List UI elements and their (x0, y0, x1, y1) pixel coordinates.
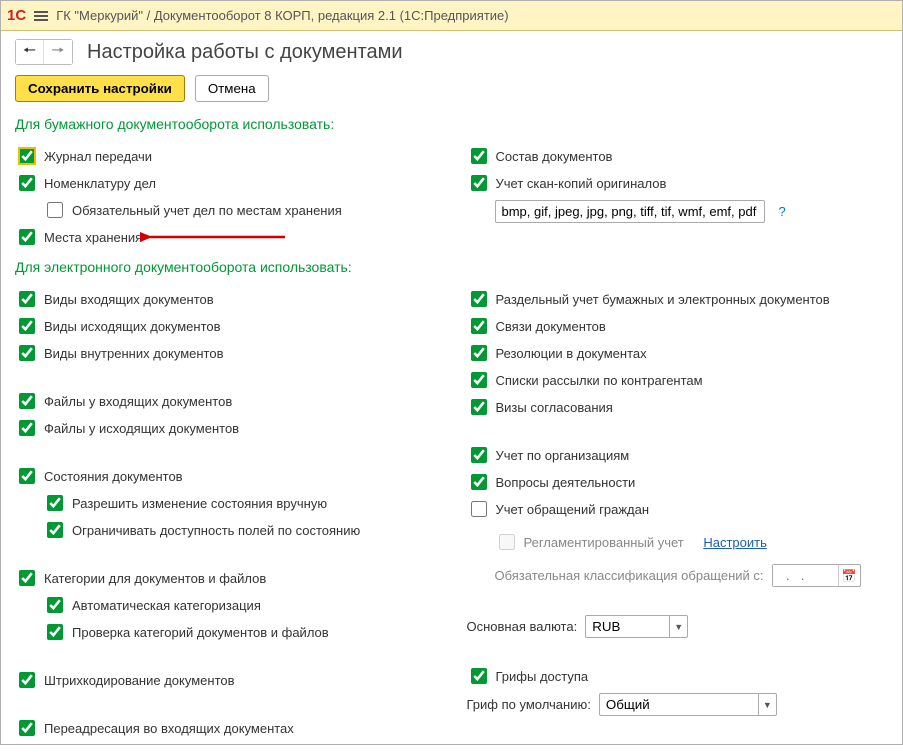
configure-link[interactable]: Настроить (703, 535, 767, 550)
currency-input[interactable] (585, 615, 670, 638)
help-icon[interactable]: ? (779, 204, 786, 219)
dropdown-icon[interactable]: ▼ (670, 615, 688, 638)
arrow-annotation-icon (140, 228, 290, 246)
nav-back-button[interactable]: 🠔 (16, 40, 44, 64)
date-field[interactable] (773, 565, 838, 586)
chk-links[interactable]: Связи документов (467, 315, 889, 337)
chk-approval[interactable]: Визы согласования (467, 396, 889, 418)
chk-by-org[interactable]: Учет по организациям (467, 444, 889, 466)
stamp-default-label: Гриф по умолчанию: (467, 697, 591, 712)
chk-by-org-label: Учет по организациям (496, 448, 630, 463)
chk-limit-fields-label: Ограничивать доступность полей по состоя… (72, 523, 360, 538)
chk-categories-label: Категории для документов и файлов (44, 571, 266, 586)
chk-auto-cat-label: Автоматическая категоризация (72, 598, 261, 613)
chk-regulated-label: Регламентированный учет (524, 535, 684, 550)
chk-separate-label: Раздельный учет бумажных и электронных д… (496, 292, 830, 307)
hamburger-icon[interactable] (34, 11, 48, 21)
chk-states[interactable]: Состояния документов (15, 465, 437, 487)
stamp-default-input[interactable] (599, 693, 759, 716)
header-title: ГК "Меркурий" / Документооборот 8 КОРП, … (56, 8, 508, 23)
chk-storage-label: Места хранения (44, 230, 142, 245)
chk-separate[interactable]: Раздельный учет бумажных и электронных д… (467, 288, 889, 310)
chk-allow-manual-label: Разрешить изменение состояния вручную (72, 496, 327, 511)
chk-scan[interactable]: Учет скан-копий оригиналов (467, 172, 889, 194)
save-button[interactable]: Сохранить настройки (15, 75, 185, 102)
chk-files-outgoing[interactable]: Файлы у исходящих документов (15, 417, 437, 439)
chk-mailing-label: Списки рассылки по контрагентам (496, 373, 703, 388)
cancel-button[interactable]: Отмена (195, 75, 269, 102)
chk-check-cat-label: Проверка категорий документов и файлов (72, 625, 329, 640)
chk-allow-manual[interactable]: Разрешить изменение состояния вручную (43, 492, 437, 514)
chk-journal[interactable]: Журнал передачи (15, 145, 437, 167)
currency-combo[interactable]: ▼ (585, 615, 688, 638)
chk-files-incoming-label: Файлы у входящих документов (44, 394, 232, 409)
chk-limit-fields[interactable]: Ограничивать доступность полей по состоя… (43, 519, 437, 541)
currency-label: Основная валюта: (467, 619, 578, 634)
app-header: 1С ГК "Меркурий" / Документооборот 8 КОР… (1, 1, 902, 31)
chk-outgoing-label: Виды исходящих документов (44, 319, 221, 334)
chk-regulated: Регламентированный учет (495, 531, 684, 553)
chk-citizens-label: Учет обращений граждан (496, 502, 650, 517)
chk-check-cat[interactable]: Проверка категорий документов и файлов (43, 621, 437, 643)
chk-nomenclature[interactable]: Номенклатуру дел (15, 172, 437, 194)
classification-label: Обязательная классификация обращений с: (495, 568, 764, 583)
chk-incoming[interactable]: Виды входящих документов (15, 288, 437, 310)
chk-composition-label: Состав документов (496, 149, 613, 164)
chk-mandatory[interactable]: Обязательный учет дел по местам хранения (43, 199, 437, 221)
chk-mailing[interactable]: Списки рассылки по контрагентам (467, 369, 889, 391)
stamp-default-combo[interactable]: ▼ (599, 693, 777, 716)
chk-auto-cat[interactable]: Автоматическая категоризация (43, 594, 437, 616)
chk-scan-label: Учет скан-копий оригиналов (496, 176, 667, 191)
section-paper-title: Для бумажного документооборота использов… (15, 116, 888, 132)
chk-internal-label: Виды внутренних документов (44, 346, 224, 361)
chk-nomenclature-label: Номенклатуру дел (44, 176, 156, 191)
chk-mandatory-label: Обязательный учет дел по местам хранения (72, 203, 342, 218)
file-formats-input[interactable] (495, 200, 765, 223)
nav-forward-button[interactable]: 🠖 (44, 40, 72, 64)
chk-states-label: Состояния документов (44, 469, 183, 484)
chk-activities-label: Вопросы деятельности (496, 475, 636, 490)
chk-redirect-label: Переадресация во входящих документах (44, 721, 294, 736)
chk-outgoing[interactable]: Виды исходящих документов (15, 315, 437, 337)
chk-resolutions[interactable]: Резолюции в документах (467, 342, 889, 364)
chk-citizens[interactable]: Учет обращений граждан (467, 498, 889, 520)
chk-resolutions-label: Резолюции в документах (496, 346, 647, 361)
chk-barcode[interactable]: Штрихкодирование документов (15, 669, 437, 691)
chk-internal[interactable]: Виды внутренних документов (15, 342, 437, 364)
chk-links-label: Связи документов (496, 319, 606, 334)
chk-stamps[interactable]: Грифы доступа (467, 665, 889, 687)
chk-redirect[interactable]: Переадресация во входящих документах (15, 717, 437, 739)
calendar-icon[interactable]: 📅 (838, 565, 860, 586)
dropdown-icon[interactable]: ▼ (759, 693, 777, 716)
nav-buttons: 🠔 🠖 (15, 39, 73, 65)
chk-files-incoming[interactable]: Файлы у входящих документов (15, 390, 437, 412)
classification-date-input[interactable]: 📅 (772, 564, 861, 587)
chk-composition[interactable]: Состав документов (467, 145, 889, 167)
section-electronic-title: Для электронного документооборота исполь… (15, 259, 888, 275)
chk-activities[interactable]: Вопросы деятельности (467, 471, 889, 493)
chk-incoming-label: Виды входящих документов (44, 292, 214, 307)
chk-stamps-label: Грифы доступа (496, 669, 589, 684)
chk-approval-label: Визы согласования (496, 400, 613, 415)
chk-barcode-label: Штрихкодирование документов (44, 673, 235, 688)
chk-categories[interactable]: Категории для документов и файлов (15, 567, 437, 589)
chk-files-outgoing-label: Файлы у исходящих документов (44, 421, 239, 436)
logo-1c: 1С (7, 7, 26, 24)
chk-journal-label: Журнал передачи (44, 149, 152, 164)
page-title: Настройка работы с документами (87, 41, 403, 64)
